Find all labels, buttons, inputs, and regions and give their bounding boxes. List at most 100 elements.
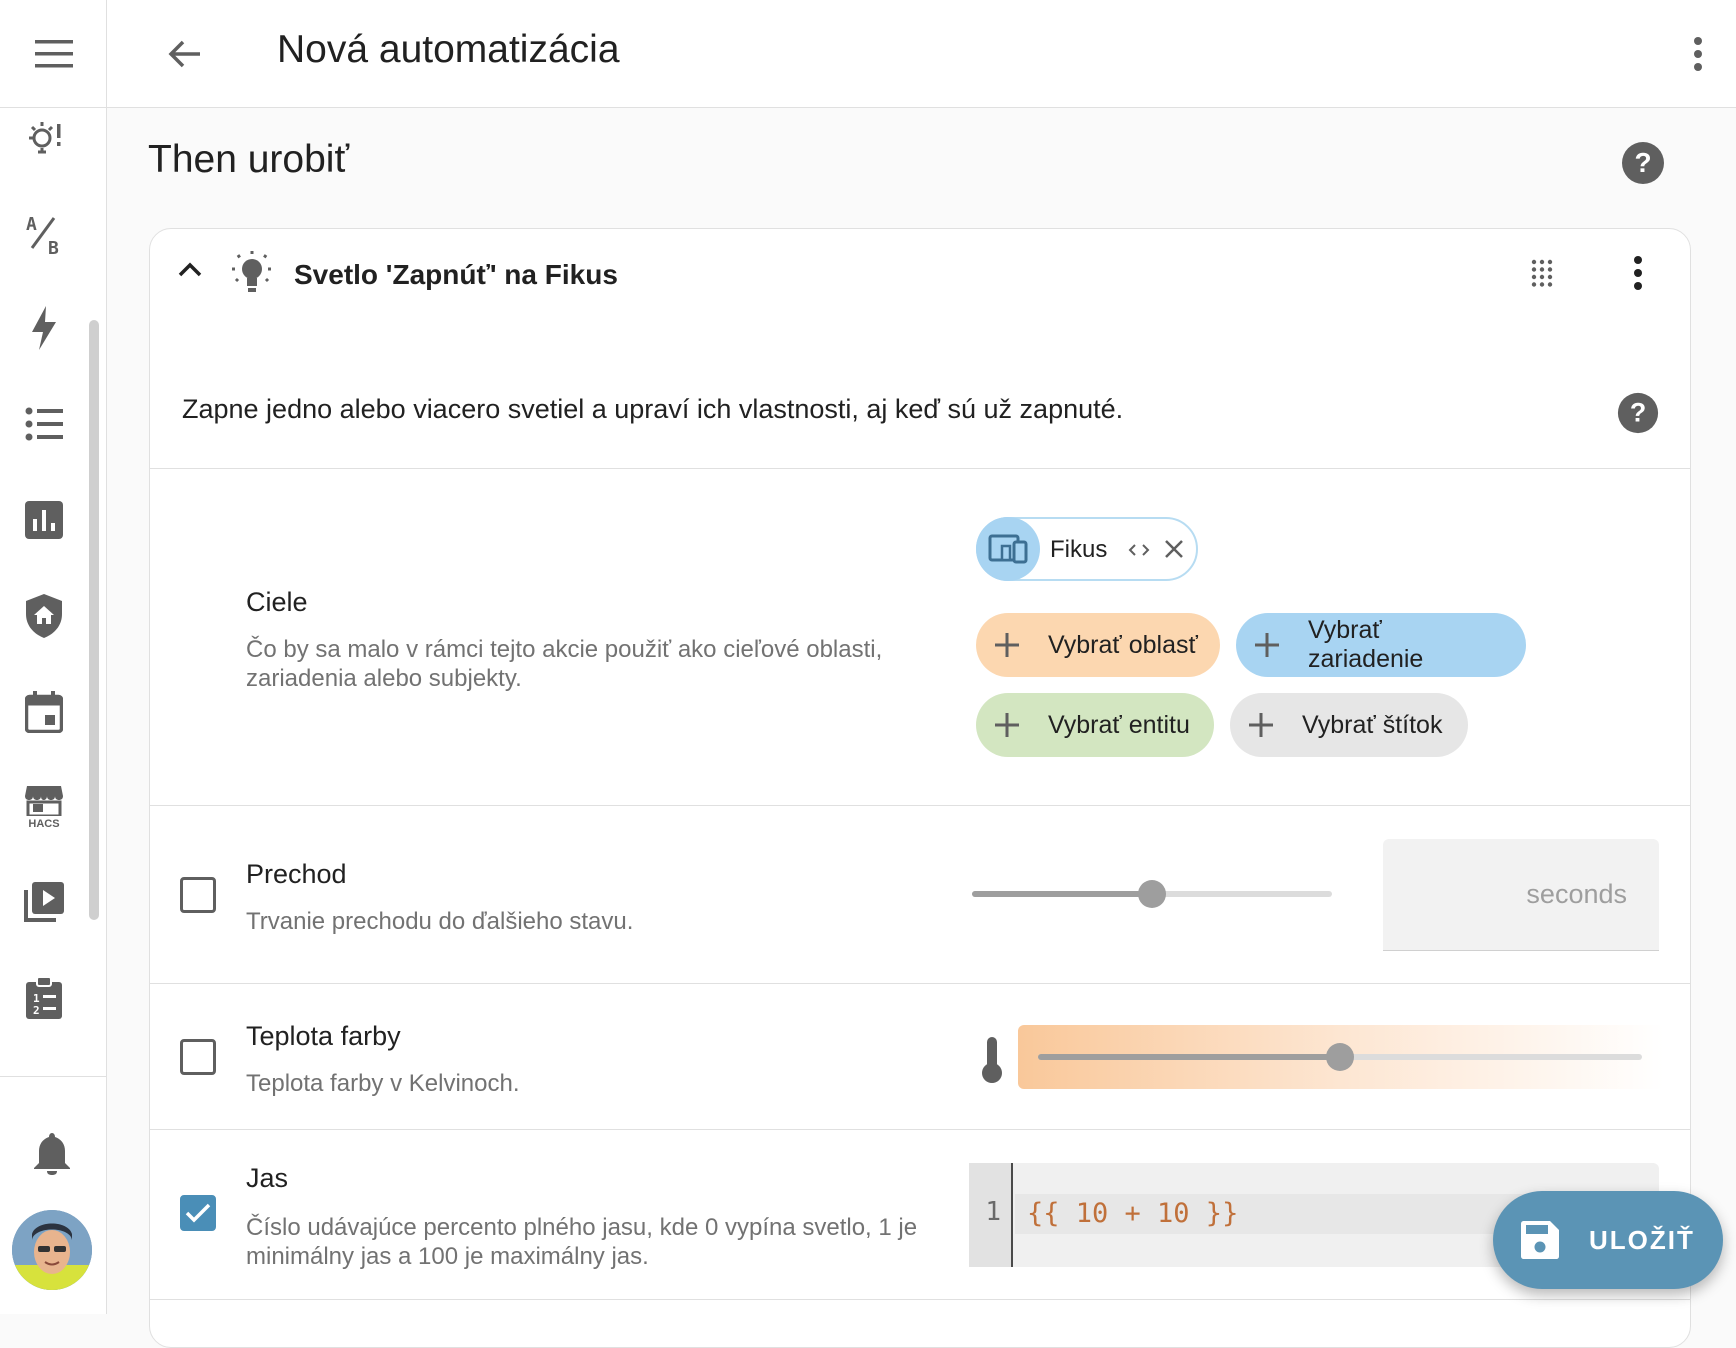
action-card-header[interactable]: Svetlo 'Zapnúť' na Fikus — [150, 229, 1690, 329]
dots-vertical-icon — [1694, 37, 1702, 71]
action-menu-button[interactable] — [1616, 251, 1660, 295]
notifications-button[interactable] — [22, 1124, 82, 1184]
plus-icon — [992, 710, 1022, 740]
transition-description: Trvanie prechodu do ďalšieho stavu. — [246, 908, 634, 935]
devices-icon — [976, 517, 1040, 581]
lightning-icon — [32, 306, 56, 350]
back-button[interactable] — [157, 26, 213, 82]
bell-icon — [34, 1133, 70, 1175]
pick-label-label: Vybrať štítok — [1302, 710, 1443, 739]
divider — [150, 468, 1690, 469]
sidebar-scrollbar[interactable] — [89, 320, 99, 920]
transition-label: Prechod — [246, 859, 347, 889]
targets-description: Čo by sa malo v rámci tejto akcie použiť… — [246, 636, 883, 692]
sidebar-item-logbook[interactable] — [14, 394, 74, 454]
targets-label: Ciele — [246, 587, 308, 617]
collapse-button[interactable] — [170, 249, 210, 289]
target-chip-fikus[interactable]: Fikus — [976, 517, 1198, 581]
color-temp-description: Teplota farby v Kelvinoch. — [246, 1070, 520, 1097]
save-button[interactable]: ULOŽIŤ — [1493, 1191, 1723, 1289]
hacs-store-icon — [25, 786, 63, 816]
divider — [150, 805, 1690, 806]
thermometer-icon — [978, 1035, 1006, 1085]
checkmark-icon — [185, 1203, 211, 1223]
remove-chip-button[interactable] — [1158, 533, 1190, 565]
sidebar-item-automations[interactable] — [14, 108, 74, 168]
overflow-menu-button[interactable] — [1670, 26, 1726, 82]
arrow-left-icon — [168, 40, 200, 68]
lightbulb-on-icon — [230, 249, 274, 297]
sidebar-item-calendar[interactable] — [14, 682, 74, 742]
color-temp-track — [1038, 1043, 1642, 1071]
pick-entity-button[interactable]: Vybrať entitu — [976, 693, 1214, 757]
avatar-image — [12, 1210, 92, 1290]
sidebar-item-energy[interactable] — [14, 298, 74, 358]
svg-text:A: A — [26, 214, 37, 235]
help-circle-icon: ? — [1617, 392, 1659, 434]
action-title: Svetlo 'Zapnúť' na Fikus — [294, 259, 618, 290]
pick-device-label: Vybrať zariadenie — [1307, 616, 1424, 673]
brightness-description-line2: minimálny jas a 100 je maximálny jas. — [246, 1243, 649, 1270]
help-circle-icon: ? — [1622, 142, 1664, 184]
pick-device-button[interactable]: Vybrať zariadenie — [1236, 613, 1526, 677]
content-save-icon — [1519, 1219, 1561, 1261]
divider — [150, 1129, 1690, 1130]
divider — [150, 983, 1690, 984]
svg-text:2: 2 — [33, 1004, 40, 1017]
pick-area-button[interactable]: Vybrať oblasť — [976, 613, 1220, 677]
drag-handle[interactable] — [1520, 251, 1564, 295]
close-icon — [1165, 540, 1183, 558]
transition-slider-knob[interactable] — [1138, 880, 1166, 908]
clipboard-list-icon: 12 — [26, 977, 62, 1019]
color-temp-slider-fill — [1038, 1054, 1340, 1060]
transition-checkbox[interactable] — [180, 877, 216, 913]
line-number: 1 — [985, 1197, 1001, 1227]
section-help-button[interactable]: ? — [1620, 140, 1666, 186]
sidebar-item-todo[interactable]: 12 — [14, 968, 74, 1028]
chart-box-icon — [25, 501, 63, 539]
transition-seconds-field[interactable]: seconds — [1383, 839, 1659, 951]
lightbulb-alert-icon — [29, 122, 61, 154]
brightness-checkbox[interactable] — [180, 1195, 216, 1231]
plus-icon — [1252, 630, 1282, 660]
color-temp-checkbox[interactable] — [180, 1039, 216, 1075]
svg-text:?: ? — [1630, 398, 1646, 428]
color-temp-label: Teplota farby — [246, 1021, 401, 1051]
svg-text:?: ? — [1634, 147, 1651, 178]
transition-unit: seconds — [1526, 879, 1627, 909]
color-temp-slider-knob[interactable] — [1326, 1043, 1354, 1071]
pick-entity-label: Vybrať entitu — [1048, 710, 1190, 739]
sidebar-item-media[interactable] — [14, 872, 74, 932]
sidebar-divider — [0, 1076, 106, 1077]
hacs-label: HACS — [28, 818, 60, 830]
sidebar-item-hacs[interactable]: HACS — [14, 778, 74, 838]
menu-button[interactable] — [0, 0, 107, 108]
sidebar-item-history[interactable] — [14, 490, 74, 550]
action-description: Zapne jedno alebo viacero svetiel a upra… — [182, 394, 1124, 424]
sidebar: AB HACS 12 — [0, 0, 107, 1314]
action-card: Svetlo 'Zapnúť' na Fikus Zapne jedno ale… — [149, 228, 1691, 1348]
pick-label-button[interactable]: Vybrať štítok — [1230, 693, 1468, 757]
page-title: Nová automatizácia — [277, 28, 620, 71]
transition-slider-fill — [972, 891, 1152, 897]
dots-vertical-icon — [1634, 256, 1642, 290]
sidebar-item-security[interactable] — [14, 586, 74, 646]
brightness-description-line1: Číslo udávajúce percento plného jasu, kd… — [246, 1214, 918, 1241]
sidebar-item-ab[interactable]: AB — [14, 204, 74, 264]
plus-icon — [1246, 710, 1276, 740]
drag-handle-icon — [1531, 259, 1553, 287]
transition-slider[interactable] — [972, 880, 1332, 908]
shield-home-icon — [26, 594, 62, 638]
format-list-bulleted-icon — [25, 407, 63, 441]
color-temp-slider[interactable] — [1018, 1025, 1664, 1089]
line-number-gutter: 1 — [969, 1163, 1013, 1267]
pick-area-label: Vybrať oblasť — [1048, 630, 1198, 659]
svg-text:B: B — [48, 238, 59, 256]
unfold-icon — [1128, 544, 1150, 556]
ab-testing-icon: AB — [26, 214, 59, 256]
top-app-bar: Nová automatizácia — [107, 0, 1736, 108]
action-help-button[interactable]: ? — [1616, 391, 1660, 435]
brightness-label: Jas — [246, 1163, 289, 1193]
expand-chip-button[interactable] — [1124, 537, 1154, 563]
user-avatar[interactable] — [12, 1210, 92, 1290]
